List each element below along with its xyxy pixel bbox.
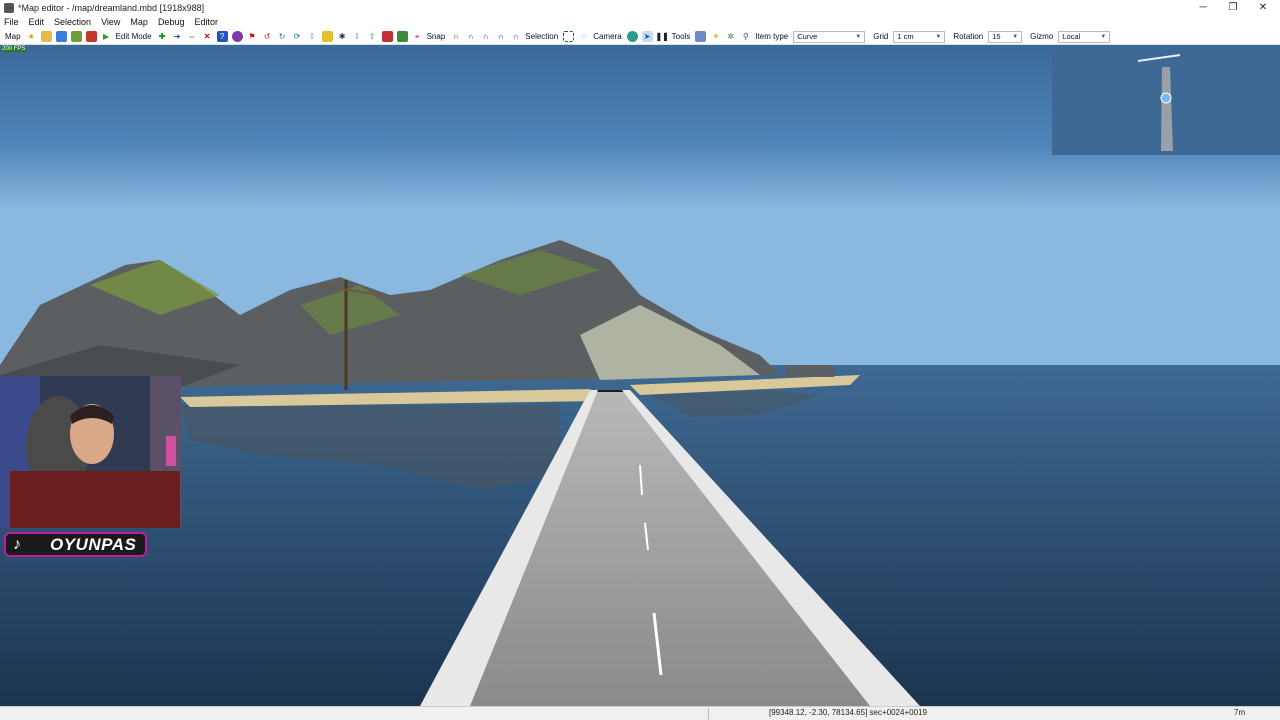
rotate-left-icon[interactable]: ↺ xyxy=(262,31,273,42)
cursor-coordinates: [99348.12, -2.30, 78134.65] sec+0024+001… xyxy=(708,708,927,720)
rect-select-icon[interactable] xyxy=(563,31,575,42)
window-title: *Map editor - /map/dreamland.mbd [1918x9… xyxy=(18,2,205,13)
sun-icon[interactable]: ☀ xyxy=(710,31,721,42)
tiktok-icon: ♪ xyxy=(13,535,21,553)
menu-debug[interactable]: Debug xyxy=(158,17,185,27)
vehicle-icon[interactable] xyxy=(381,31,393,42)
webcam-feed xyxy=(0,376,181,528)
refresh-icon[interactable]: ⟳ xyxy=(292,31,303,42)
globe-icon[interactable] xyxy=(231,31,243,42)
menu-bar: File Edit Selection View Map Debug Edito… xyxy=(0,15,1280,29)
arrow-right-icon[interactable]: ➜ xyxy=(172,31,183,42)
rotate-right-icon[interactable]: ↻ xyxy=(277,31,288,42)
menu-selection[interactable]: Selection xyxy=(54,17,91,27)
save-icon[interactable] xyxy=(55,31,67,42)
item-type-select[interactable]: Curve ▼ xyxy=(793,30,866,43)
orbit-camera-icon[interactable] xyxy=(626,31,638,42)
lower-icon[interactable]: ⇩ xyxy=(352,31,363,42)
gizmo-select[interactable]: Local ▼ xyxy=(1058,30,1111,43)
menu-edit[interactable]: Edit xyxy=(29,17,45,27)
minimap-render xyxy=(1137,54,1181,151)
edit-mode-label[interactable]: Edit Mode xyxy=(116,32,152,41)
grid-select[interactable]: 1 cm ▼ xyxy=(893,30,946,43)
webcam-overlay xyxy=(0,376,181,528)
maximize-button[interactable]: ❐ xyxy=(1218,0,1248,15)
delete-icon[interactable]: ✕ xyxy=(202,31,213,42)
title-bar: *Map editor - /map/dreamland.mbd [1918x9… xyxy=(0,0,1280,15)
menu-file[interactable]: File xyxy=(4,17,19,27)
minimize-button[interactable]: ─ xyxy=(1188,0,1218,15)
chevron-down-icon: ▼ xyxy=(855,33,862,40)
fps-counter: 200 FPS xyxy=(1,46,27,52)
chevron-down-icon: ▼ xyxy=(935,33,942,40)
play-icon[interactable]: ▶ xyxy=(101,31,112,42)
import-icon[interactable] xyxy=(85,31,97,42)
toolbar: Map ★ ▶ Edit Mode ✚ ➜ ⇔ ✕ ? ⚑ ↺ ↻ ⟳ ⇩ ✱ … xyxy=(0,29,1280,45)
help-icon[interactable]: ? xyxy=(216,31,228,42)
gizmo-label: Gizmo xyxy=(1030,32,1054,41)
menu-editor[interactable]: Editor xyxy=(194,17,218,27)
item-type-value: Curve xyxy=(797,32,818,41)
pause-icon[interactable]: ❚❚ xyxy=(655,31,668,42)
menu-view[interactable]: View xyxy=(101,17,120,27)
magnet-grid-icon[interactable]: ∩ xyxy=(495,31,506,42)
add-icon[interactable]: ✚ xyxy=(157,31,168,42)
item-type-label: Item type xyxy=(755,32,789,41)
rotation-value: 15 xyxy=(992,32,1001,41)
close-button[interactable]: ✕ xyxy=(1248,0,1278,15)
search-icon[interactable]: ⚲ xyxy=(740,31,751,42)
move-icon[interactable]: ⇔ xyxy=(187,31,198,42)
camera-label[interactable]: Camera xyxy=(593,32,621,41)
terrain-icon[interactable] xyxy=(396,31,408,42)
tools-label[interactable]: Tools xyxy=(672,32,691,41)
brand-name: OYUNPAS xyxy=(50,534,137,554)
grid-value: 1 cm xyxy=(897,32,914,41)
selection-label[interactable]: Selection xyxy=(525,32,558,41)
grid-tool-icon[interactable] xyxy=(695,31,707,42)
raise-icon[interactable]: ⇧ xyxy=(367,31,378,42)
rotation-select[interactable]: 15 ▼ xyxy=(988,30,1023,43)
map-label[interactable]: Map xyxy=(5,32,21,41)
magnet-node-icon[interactable]: ∩ xyxy=(465,31,476,42)
3d-viewport[interactable]: 200 FPS xyxy=(0,45,1280,706)
chevron-down-icon: ▼ xyxy=(1100,33,1107,40)
magnet-free-icon[interactable]: ∩ xyxy=(510,31,521,42)
lasso-select-icon[interactable]: ◌ xyxy=(578,31,589,42)
brand-badge: ♪ OYUNPAS xyxy=(4,532,147,557)
magnet-icon[interactable]: ∩ xyxy=(450,31,461,42)
minimap[interactable] xyxy=(1052,47,1280,155)
chevron-down-icon: ▼ xyxy=(1012,33,1019,40)
app-icon xyxy=(4,2,14,13)
building xyxy=(786,365,834,377)
open-folder-icon[interactable] xyxy=(40,31,52,42)
align-down-icon[interactable]: ⇩ xyxy=(307,31,318,42)
status-bar: [99348.12, -2.30, 78134.65] sec+0024+001… xyxy=(0,706,1280,720)
menu-map[interactable]: Map xyxy=(130,17,148,27)
export-icon[interactable] xyxy=(70,31,82,42)
flag-icon[interactable]: ⚑ xyxy=(247,31,258,42)
snap-tool-icon[interactable]: ⌖ xyxy=(412,31,423,42)
layer-icon[interactable] xyxy=(321,31,333,42)
snap-label[interactable]: Snap xyxy=(427,32,446,41)
fly-camera-icon[interactable]: ➤ xyxy=(641,31,653,42)
gear-icon[interactable]: ✲ xyxy=(725,31,736,42)
star-icon[interactable]: ★ xyxy=(26,31,37,42)
elapsed-time: 7m xyxy=(1234,708,1246,717)
group-icon[interactable]: ✱ xyxy=(337,31,348,42)
magnet-edge-icon[interactable]: ∩ xyxy=(480,31,491,42)
gizmo-value: Local xyxy=(1062,32,1081,41)
rotation-label: Rotation xyxy=(953,32,984,41)
grid-label: Grid xyxy=(873,32,889,41)
